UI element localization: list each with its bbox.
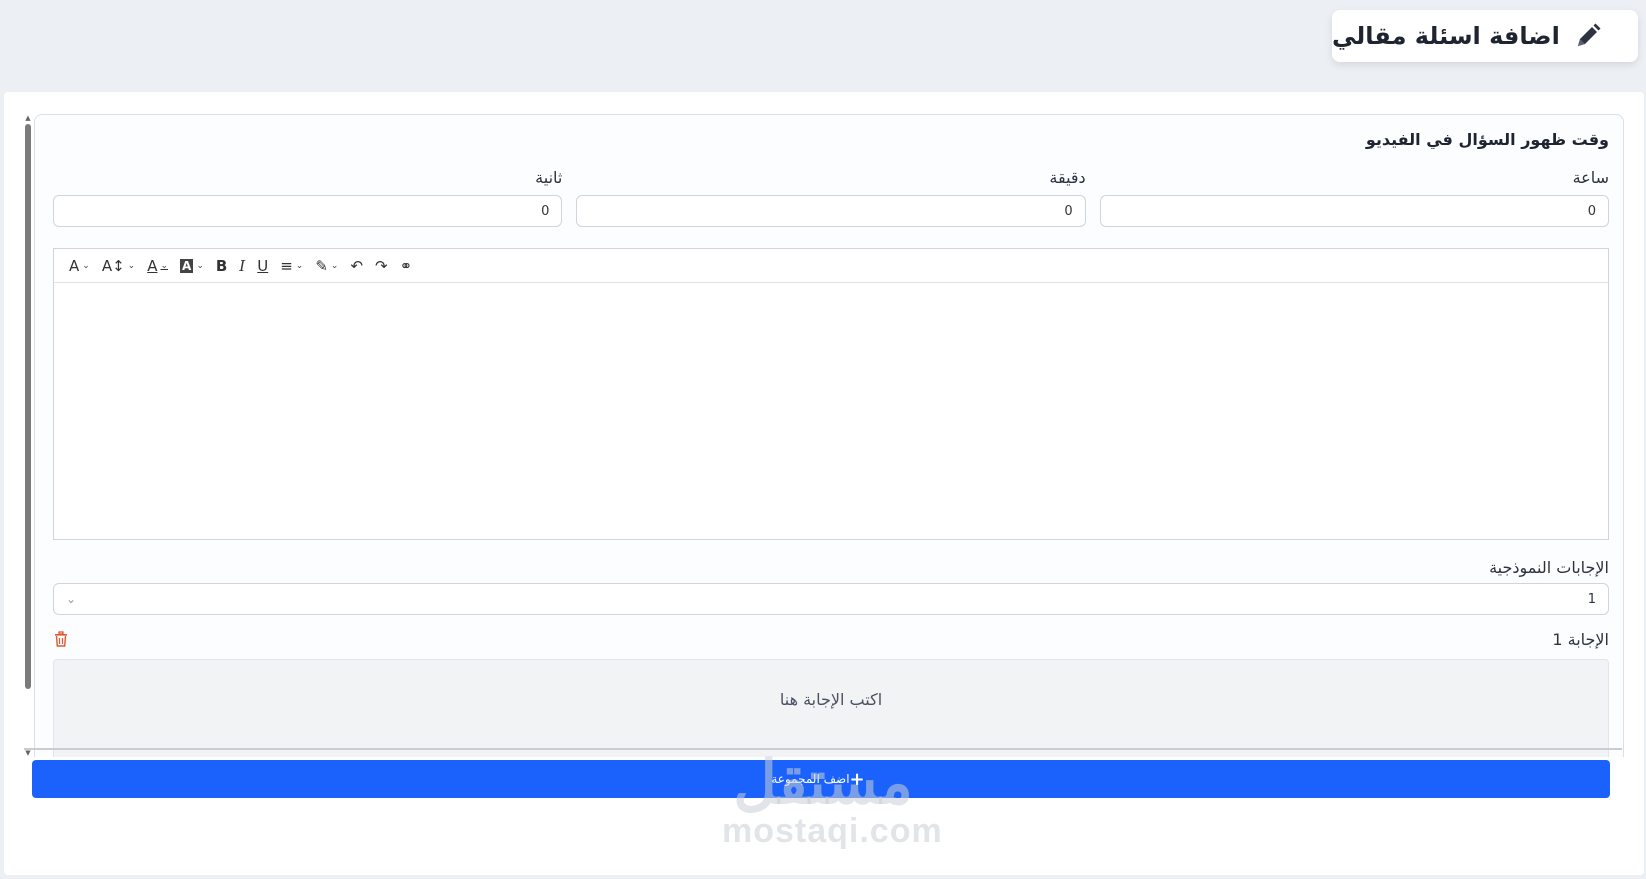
answer-1-input[interactable]: اكتب الإجابة هنا (53, 659, 1609, 757)
minute-input[interactable] (576, 195, 1086, 227)
answer-1-placeholder: اكتب الإجابة هنا (779, 690, 883, 709)
font-color-icon: A (147, 256, 158, 275)
underline-icon: U (257, 256, 269, 275)
hour-label: ساعة (1572, 168, 1609, 187)
pencil-icon (1577, 23, 1601, 46)
scroll-up-arrow-icon[interactable]: ▲ (24, 114, 32, 122)
link-button[interactable]: ⚭ (395, 254, 418, 278)
hour-field-group: ساعة (1099, 167, 1609, 229)
add-group-button[interactable]: + اضف المجموعة (32, 760, 1610, 798)
second-label: ثانية (535, 168, 563, 187)
editor-content-area[interactable] (54, 283, 1608, 539)
second-input[interactable] (53, 195, 563, 227)
chevron-down-icon: ⌄ (82, 260, 90, 271)
trash-icon[interactable] (53, 631, 69, 647)
answer-1-label: الإجابة 1 (1552, 629, 1609, 649)
rich-text-editor: A ⌄ A↕ ⌄ A ⌄ A ⌄ B I U ≡ ⌄ ✎ ⌄ ↶ ↷ ⚭ (53, 248, 1609, 540)
font-style-icon: A (69, 256, 80, 275)
chevron-down-icon: ⌄ (160, 260, 169, 271)
font-style-button[interactable]: A ⌄ (64, 254, 95, 278)
section-divider (24, 748, 1622, 750)
highlight-color-icon: A (180, 258, 194, 273)
marker-button[interactable]: ✎ ⌄ (310, 254, 343, 278)
add-group-label: اضف المجموعة (771, 772, 850, 786)
scrollbar-thumb[interactable] (25, 124, 31, 689)
scroll-down-arrow-icon[interactable]: ▼ (24, 749, 32, 757)
italic-button[interactable]: I (234, 254, 250, 278)
time-fields-row: ساعة دقيقة ثانية (53, 167, 1609, 229)
answer-1-header: الإجابة 1 (53, 627, 1609, 651)
font-color-button[interactable]: A ⌄ (142, 254, 173, 278)
hour-input[interactable] (1099, 195, 1609, 227)
align-button[interactable]: ≡ ⌄ (275, 254, 308, 278)
page-title: اضافة اسئلة مقالي (1332, 22, 1560, 50)
second-field-group: ثانية (53, 167, 563, 229)
redo-icon: ↷ (375, 256, 388, 275)
highlight-color-button[interactable]: A ⌄ (175, 254, 209, 278)
editor-toolbar: A ⌄ A↕ ⌄ A ⌄ A ⌄ B I U ≡ ⌄ ✎ ⌄ ↶ ↷ ⚭ (54, 249, 1608, 283)
chevron-down-icon: ⌄ (66, 592, 77, 606)
question-card: وقت ظهور السؤال في الفيديو ساعة دقيقة ثا… (34, 114, 1624, 757)
align-left-icon: ≡ (280, 256, 293, 275)
chevron-down-icon: ⌄ (196, 260, 204, 271)
undo-icon: ↶ (350, 256, 364, 275)
link-icon: ⚭ (399, 256, 413, 275)
font-size-icon: A↕ (101, 256, 125, 275)
undo-button[interactable]: ↶ (345, 254, 368, 278)
underline-button[interactable]: U (252, 254, 273, 278)
model-answers-label: الإجابات النموذجية (1489, 558, 1609, 577)
minute-label: دقيقة (1049, 168, 1086, 187)
marker-icon: ✎ (315, 256, 328, 275)
plus-icon: + (849, 768, 865, 790)
page-title-card: اضافة اسئلة مقالي (1332, 10, 1638, 62)
minute-field-group: دقيقة (576, 167, 1086, 229)
bold-button[interactable]: B (211, 254, 232, 278)
main-panel: ▲ ▼ وقت ظهور السؤال في الفيديو ساعة دقيق… (4, 92, 1644, 875)
font-size-button[interactable]: A↕ ⌄ (97, 254, 140, 278)
chevron-down-icon: ⌄ (127, 260, 136, 271)
italic-icon: I (239, 256, 246, 275)
question-scroll-area[interactable]: ▲ ▼ وقت ظهور السؤال في الفيديو ساعة دقيق… (24, 114, 1624, 757)
model-answers-select[interactable]: 1 ⌄ (53, 583, 1609, 615)
vertical-scrollbar[interactable]: ▲ ▼ (24, 114, 32, 757)
chevron-down-icon: ⌄ (330, 260, 339, 271)
model-answers-selected-value: 1 (1587, 591, 1596, 607)
chevron-down-icon: ⌄ (295, 260, 304, 271)
redo-button[interactable]: ↷ (370, 254, 393, 278)
bold-icon: B (215, 256, 228, 275)
question-time-title: وقت ظهور السؤال في الفيديو (1365, 130, 1609, 149)
